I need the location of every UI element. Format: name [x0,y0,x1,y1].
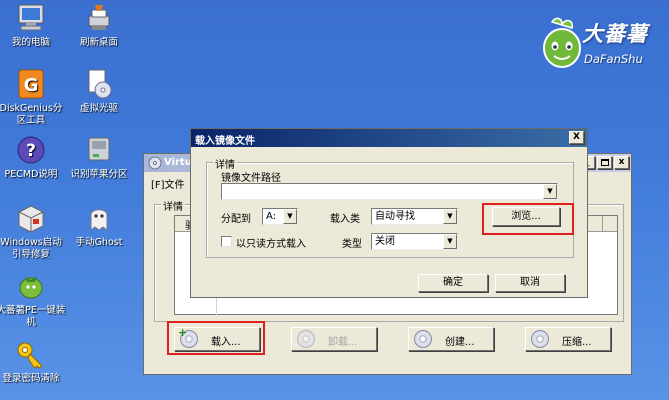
sweet-potato-mascot-icon [543,17,581,68]
create-button[interactable]: 创建... [408,327,494,351]
desktop-icon-label: 虚拟光驱 [79,103,118,114]
desktop-icon-refresh[interactable]: 刷新桌面 [64,2,134,49]
unload-label: 卸载... [328,337,358,348]
type-select[interactable]: 关闭 ▼ [371,233,458,250]
back-details-label: 详情 [161,198,185,213]
chevron-down-icon[interactable]: ▼ [443,234,457,249]
maximize-icon [601,159,609,166]
type-value: 关闭 [375,236,395,247]
desktop-icon-ghost[interactable]: 手动Ghost [64,202,134,249]
assign-label: 分配到 [221,214,251,225]
desktop-icon-my-computer[interactable]: 我的电脑 [0,2,66,49]
load-type-value: 自动寻找 [375,211,415,222]
ok-button[interactable]: 确定 [418,274,488,292]
dafanshu-logo: 大蕃薯 DaFanShu [538,16,658,76]
desktop-icon-label: 刷新桌面 [79,37,118,48]
highlight-browse-button [482,203,574,235]
refresh-desktop-icon [88,5,110,30]
cancel-button[interactable]: 取消 [495,274,565,292]
installer-icon [19,276,43,299]
load-image-titlebar[interactable]: 载入镜像文件 X [191,129,587,147]
desktop-icon-password-clear[interactable]: 登录密码清除 [0,338,66,385]
highlight-load-button [167,321,265,355]
desktop-icon-installer[interactable]: 大蕃薯PE一键装机 [0,270,66,329]
readonly-label[interactable]: 以只读方式载入 [236,235,306,250]
close-icon: X [573,132,580,142]
ok-label: 确定 [443,277,463,288]
load-type-label: 载入类 [330,214,360,225]
desktop-icon-label: DiskGenius分区工具 [0,103,63,126]
image-path-label: 镜像文件路径 [221,173,281,184]
disc-compress-icon [531,330,549,348]
desktop-icon-label: 登录密码清除 [2,373,60,384]
create-label: 创建... [445,337,475,348]
dialog-close-button[interactable]: X [569,131,584,144]
disc-create-icon [414,330,432,348]
desktop-icon-label: 我的电脑 [11,37,50,48]
chevron-down-icon[interactable]: ▼ [443,209,457,224]
maximize-button[interactable] [597,156,612,169]
compress-button[interactable]: 压缩... [525,327,611,351]
disc-remove-icon [297,330,315,348]
desktop-icon-boot-repair[interactable]: Windows启动引导修复 [0,202,66,261]
svg-text:G: G [24,75,39,96]
desktop-icon-label: PECMD说明 [4,169,58,180]
cancel-label: 取消 [520,277,540,288]
desktop-icon-diskgenius[interactable]: G DiskGenius分区工具 [0,68,66,127]
logo-chinese-name: 大蕃薯 [582,21,648,46]
menu-file[interactable]: [F]文件 [151,176,185,191]
ghost-icon [90,209,108,231]
help-icon: ? [17,136,45,164]
desktop-icon-virtual-drive[interactable]: 虚拟光驱 [64,68,134,115]
chevron-down-icon[interactable]: ▼ [543,184,557,199]
computer-icon [18,4,44,31]
compress-label: 压缩... [562,337,592,348]
type-label: 类型 [342,239,362,250]
column-divider [602,216,603,232]
key-icon [17,342,43,369]
boot-repair-icon [18,205,44,233]
logo-english-name: DaFanShu [584,52,643,66]
desktop-icon-pecmd-help[interactable]: ? PECMD说明 [0,134,66,181]
desktop-icon-apple-partition[interactable]: 识别苹果分区 [64,134,134,181]
desktop-icon-label: Windows启动引导修复 [0,237,62,260]
assign-drive-select[interactable]: A: ▼ [262,208,298,225]
virtual-drive-icon [88,69,112,99]
app-icon [148,156,162,170]
desktop-icon-label: 识别苹果分区 [70,169,128,180]
svg-text:?: ? [26,141,36,161]
dialog-title: 载入镜像文件 [195,136,255,147]
unload-button[interactable]: 卸载... [291,327,377,351]
disk-icon [88,137,110,161]
desktop-icon-label: 大蕃薯PE一键装机 [0,305,66,328]
chevron-down-icon[interactable]: ▼ [283,209,297,224]
assign-drive-value: A: [266,211,277,222]
desktop-icon-label: 手动Ghost [75,237,123,248]
image-path-combo[interactable]: ▼ [221,183,558,200]
diskgenius-icon: G [18,69,44,99]
readonly-checkbox[interactable] [221,236,232,247]
load-type-select[interactable]: 自动寻找 ▼ [371,208,458,225]
close-button[interactable]: x [614,156,629,169]
